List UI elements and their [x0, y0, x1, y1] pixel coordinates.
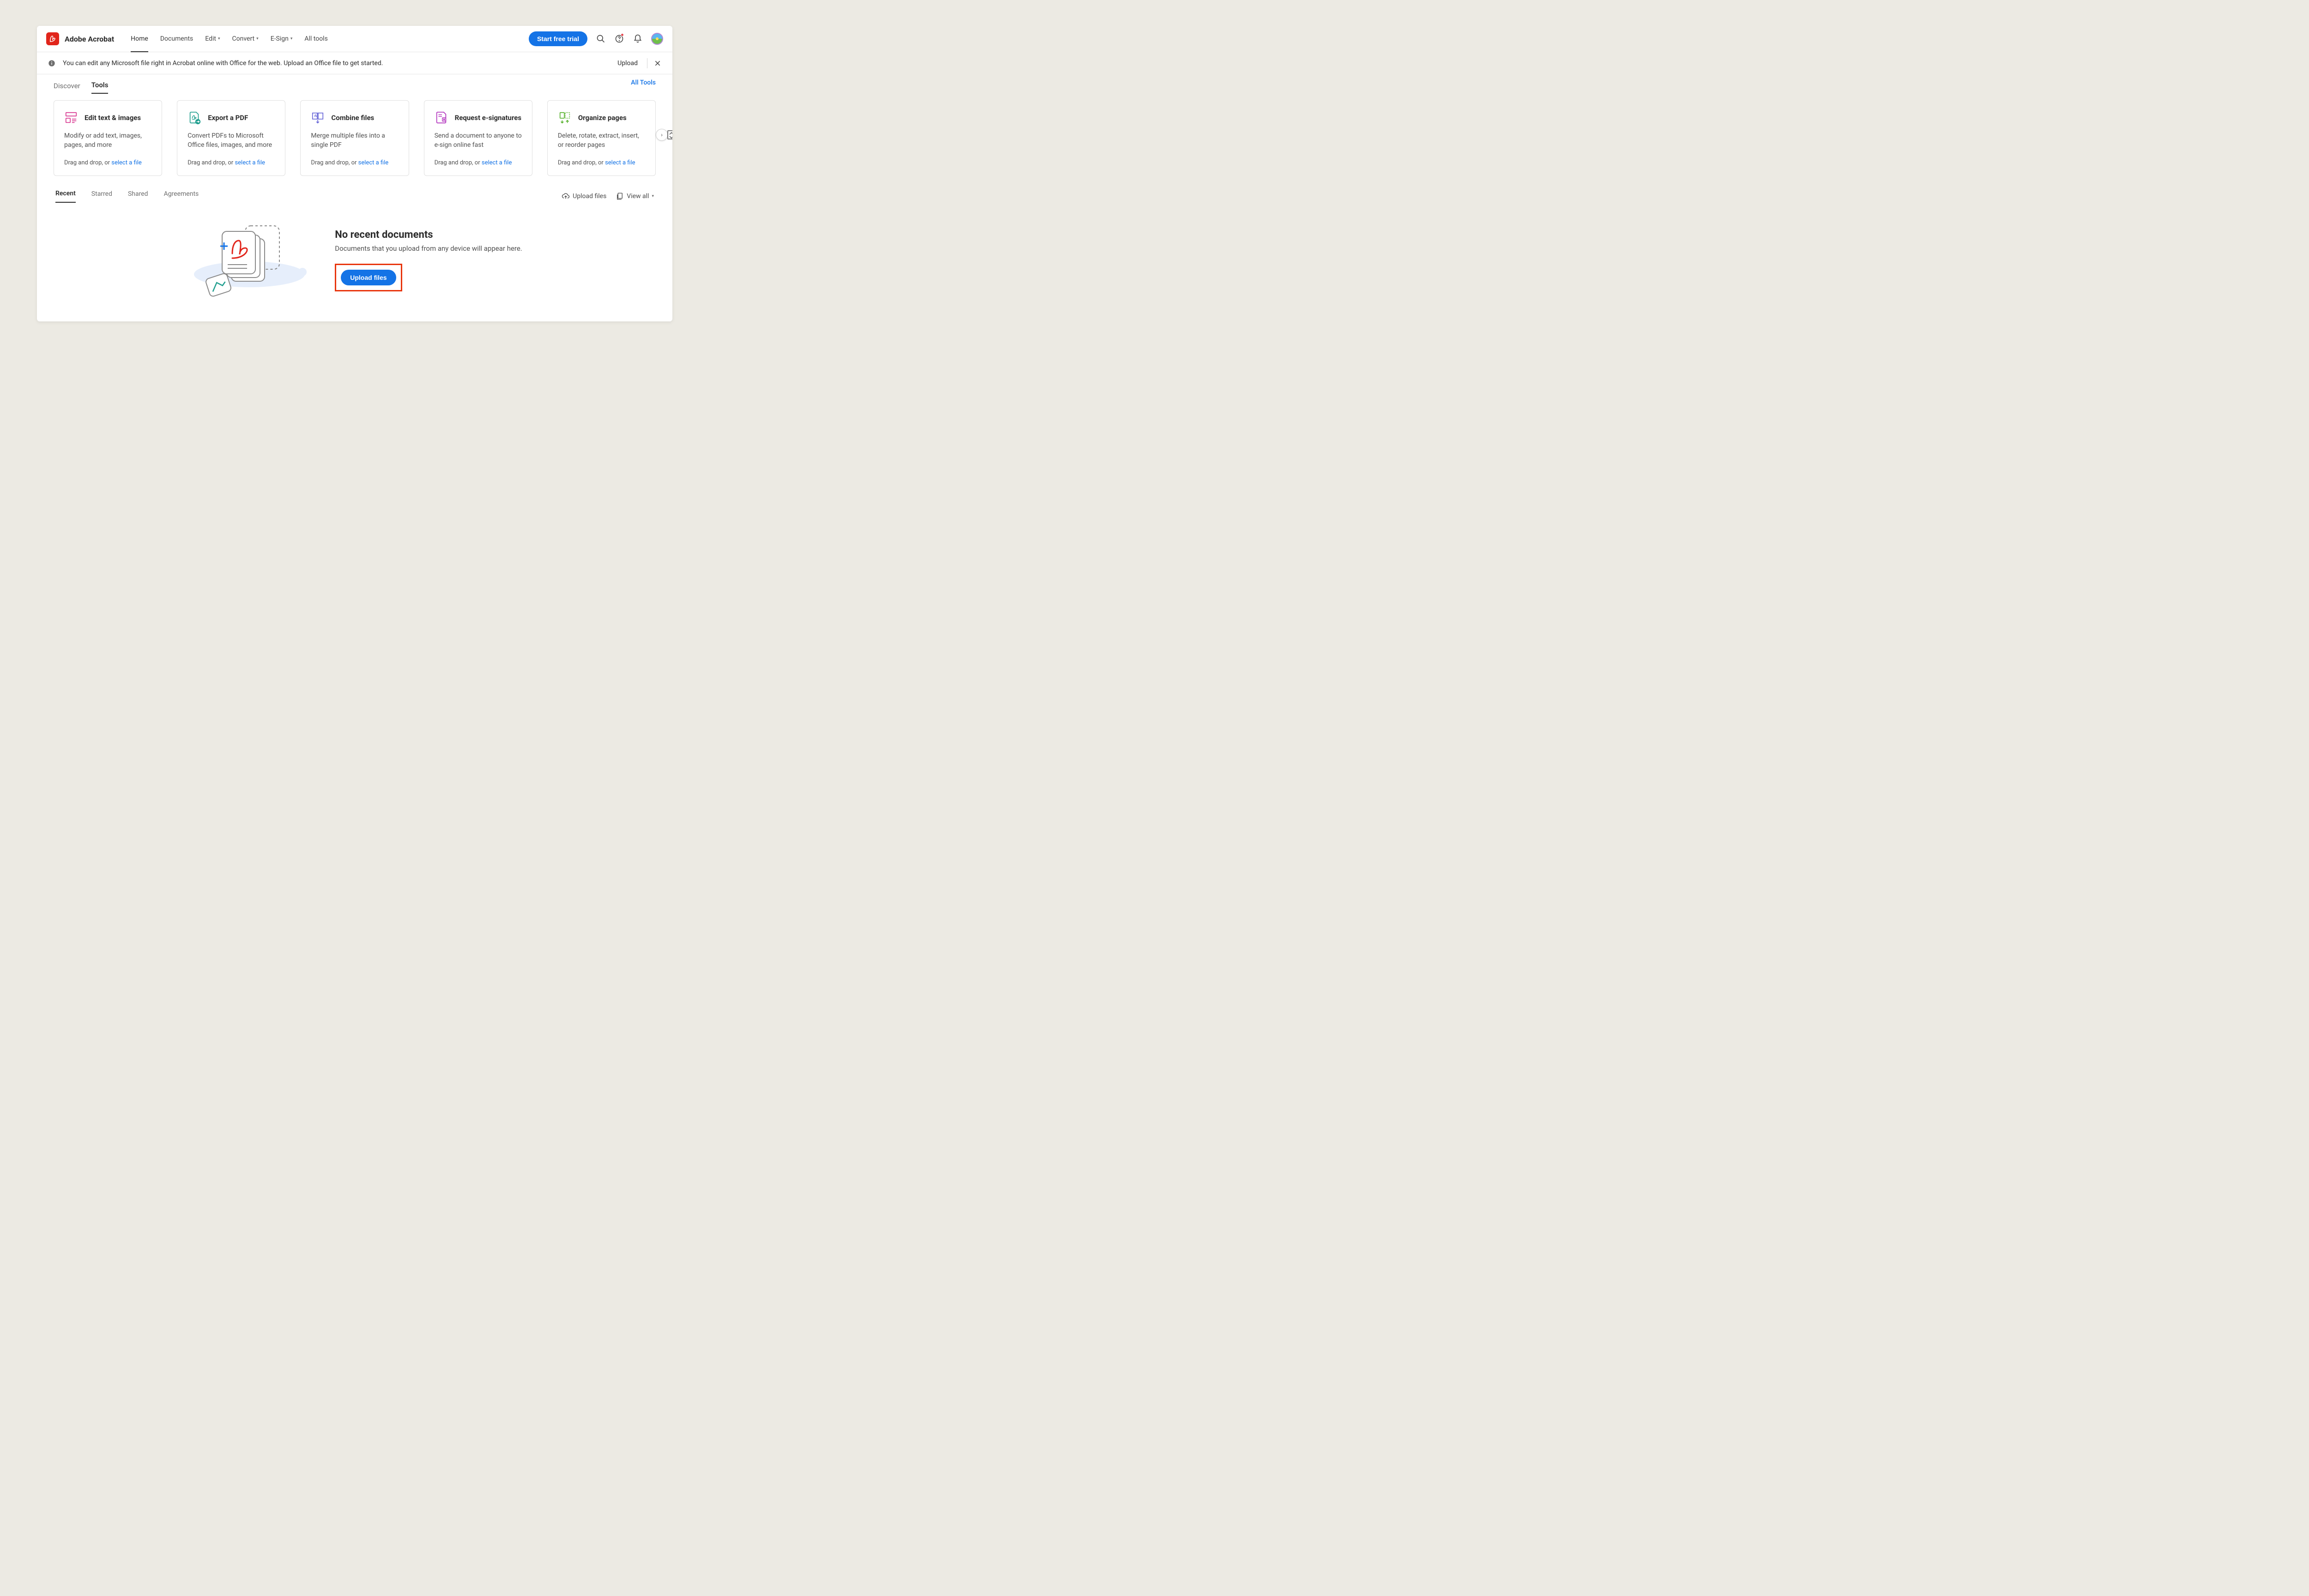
card-request-esignatures[interactable]: Request e-signatures Send a document to …: [424, 100, 532, 176]
card-title: Organize pages: [578, 114, 627, 122]
subtab-discover[interactable]: Discover: [54, 82, 80, 94]
all-tools-link[interactable]: All Tools: [631, 79, 656, 86]
select-file-link[interactable]: select a file: [605, 159, 635, 166]
card-desc: Send a document to anyone to e-sign onli…: [435, 131, 522, 150]
start-trial-button[interactable]: Start free trial: [529, 31, 587, 46]
nav-esign[interactable]: E-Sign▾: [271, 26, 293, 51]
upload-cloud-icon: [562, 192, 570, 200]
nav-documents-label: Documents: [160, 35, 193, 42]
nav-convert-label: Convert: [232, 35, 255, 42]
edit-text-icon: [64, 111, 78, 125]
nav-edit[interactable]: Edit▾: [205, 26, 220, 51]
subtab-tools[interactable]: Tools: [91, 81, 109, 94]
rtab-shared[interactable]: Shared: [128, 190, 148, 202]
card-organize-pages[interactable]: Organize pages Delete, rotate, extract, …: [547, 100, 656, 176]
bell-icon[interactable]: [633, 34, 643, 44]
select-file-link[interactable]: select a file: [358, 159, 389, 166]
rtab-recent[interactable]: Recent: [55, 190, 76, 203]
close-icon[interactable]: [654, 60, 661, 67]
banner-text: You can edit any Microsoft file right in…: [63, 60, 383, 67]
card-title: Combine files: [331, 114, 374, 122]
chevron-down-icon: ▾: [652, 194, 654, 199]
export-pdf-icon: [187, 111, 201, 125]
upload-files-label: Upload files: [573, 193, 606, 200]
card-combine-files[interactable]: Combine files Merge multiple files into …: [300, 100, 409, 176]
view-all-link[interactable]: View all ▾: [616, 192, 654, 200]
empty-title: No recent documents: [335, 229, 522, 241]
card-desc: Delete, rotate, extract, insert, or reor…: [558, 131, 645, 150]
brand-name: Adobe Acrobat: [65, 35, 114, 43]
compress-pdf-peek-icon: [666, 129, 672, 140]
combine-files-icon: [311, 111, 325, 125]
empty-subtitle: Documents that you upload from any devic…: [335, 244, 522, 253]
card-title: Request e-signatures: [455, 114, 522, 122]
files-icon: [616, 192, 624, 200]
recent-tabs: Recent Starred Shared Agreements Upload …: [37, 176, 672, 203]
tools-subtabs: Discover Tools All Tools: [37, 74, 672, 94]
select-file-link[interactable]: select a file: [235, 159, 265, 166]
nav-esign-label: E-Sign: [271, 35, 289, 42]
rtab-agreements[interactable]: Agreements: [164, 190, 199, 202]
esign-icon: [435, 111, 448, 125]
nav-edit-label: Edit: [205, 35, 216, 42]
top-navbar: Adobe Acrobat Home Documents Edit▾ Conve…: [37, 26, 672, 52]
card-drop: Drag and drop, or select a file: [311, 159, 398, 166]
help-icon[interactable]: [614, 34, 624, 44]
organize-pages-icon: [558, 111, 572, 125]
upload-files-button[interactable]: Upload files: [341, 270, 396, 285]
view-all-label: View all: [627, 193, 649, 200]
highlight-annotation: Upload files: [335, 264, 402, 291]
nav-home-label: Home: [131, 35, 148, 42]
nav-documents[interactable]: Documents: [160, 26, 193, 51]
notification-dot: [621, 33, 624, 36]
acrobat-logo-icon: [46, 32, 59, 45]
nav-right: Start free trial: [529, 31, 663, 46]
search-icon[interactable]: [596, 34, 606, 44]
card-desc: Modify or add text, images, pages, and m…: [64, 131, 151, 150]
card-drop: Drag and drop, or select a file: [187, 159, 275, 166]
nav-home[interactable]: Home: [131, 26, 148, 52]
card-edit-text-images[interactable]: Edit text & images Modify or add text, i…: [54, 100, 162, 176]
empty-illustration: [187, 221, 312, 300]
empty-state: No recent documents Documents that you u…: [37, 203, 672, 300]
card-desc: Merge multiple files into a single PDF: [311, 131, 398, 150]
nav-convert[interactable]: Convert▾: [232, 26, 259, 51]
card-drop: Drag and drop, or select a file: [64, 159, 151, 166]
card-export-pdf[interactable]: Export a PDF Convert PDFs to Microsoft O…: [177, 100, 285, 176]
card-title: Export a PDF: [208, 114, 248, 122]
select-file-link[interactable]: select a file: [482, 159, 512, 166]
tool-cards-row: Edit text & images Modify or add text, i…: [37, 94, 672, 176]
select-file-link[interactable]: select a file: [111, 159, 142, 166]
chevron-down-icon: ▾: [218, 36, 220, 41]
chevron-down-icon: ▾: [256, 36, 259, 41]
card-title: Edit text & images: [85, 114, 141, 122]
nav-alltools[interactable]: All tools: [304, 26, 327, 51]
main-nav: Home Documents Edit▾ Convert▾ E-Sign▾ Al…: [131, 26, 328, 52]
info-icon: [48, 60, 55, 67]
info-banner: You can edit any Microsoft file right in…: [37, 52, 672, 74]
empty-text: No recent documents Documents that you u…: [335, 229, 522, 291]
card-drop: Drag and drop, or select a file: [435, 159, 522, 166]
chevron-down-icon: ▾: [290, 36, 293, 41]
nav-alltools-label: All tools: [304, 35, 327, 42]
rtab-starred[interactable]: Starred: [91, 190, 112, 202]
card-desc: Convert PDFs to Microsoft Office files, …: [187, 131, 275, 150]
upload-files-link[interactable]: Upload files: [562, 192, 606, 200]
card-drop: Drag and drop, or select a file: [558, 159, 645, 166]
banner-upload-link[interactable]: Upload: [617, 60, 638, 67]
avatar[interactable]: [651, 33, 663, 45]
